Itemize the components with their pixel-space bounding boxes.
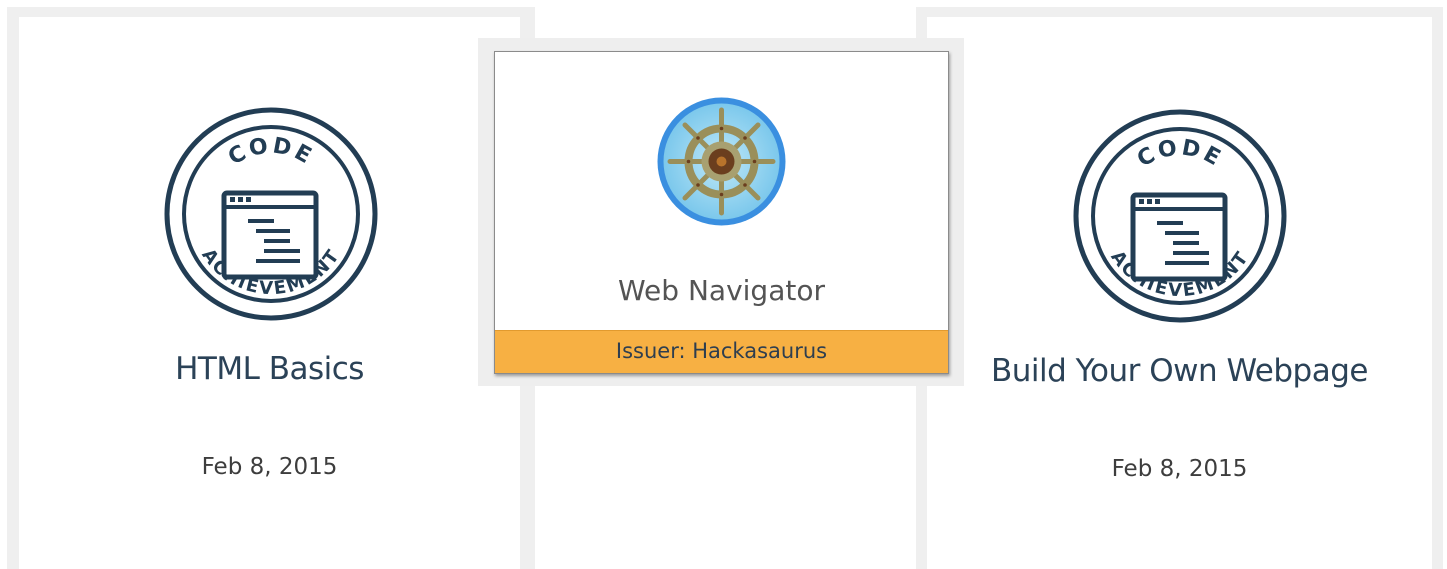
badge-card-html-basics[interactable]: CODE ACHIEVEMENT HTML Basics Feb 8, 2015 [7,7,535,569]
badge-title: Build Your Own Webpage [991,353,1368,389]
badge-card-body[interactable]: CODE ACHIEVEMENT HTML Basics Feb 8, 2015 [19,17,520,569]
badge-card-body[interactable]: CODE ACHIEVEMENT Build Your Own Webpage … [927,17,1432,569]
badge-card-web-navigator[interactable]: Web Navigator Issuer: Hackasaurus [478,38,964,386]
badge-title: HTML Basics [175,351,364,387]
issuer-bar: Issuer: Hackasaurus [495,330,948,373]
svg-text:CODE: CODE [1133,135,1227,172]
ship-wheel-badge-icon [657,97,786,226]
emblem-top-text: CODE [224,133,315,170]
badge-date: Feb 8, 2015 [1111,456,1248,482]
badge-gallery: CODE ACHIEVEMENT HTML Basics Feb 8, 2015 [0,0,1447,569]
badge-date: Feb 8, 2015 [201,454,338,480]
code-achievement-badge-icon: CODE ACHIEVEMENT [164,107,378,321]
badge-hover-card[interactable]: Web Navigator Issuer: Hackasaurus [494,51,949,374]
code-achievement-badge-icon: CODE ACHIEVEMENT [1073,109,1287,323]
badge-title: Web Navigator [618,274,825,307]
svg-text:CODE: CODE [224,133,318,170]
badge-card-build-your-own-webpage[interactable]: CODE ACHIEVEMENT Build Your Own Webpage … [916,7,1443,569]
emblem-top-text: CODE [1133,135,1224,172]
